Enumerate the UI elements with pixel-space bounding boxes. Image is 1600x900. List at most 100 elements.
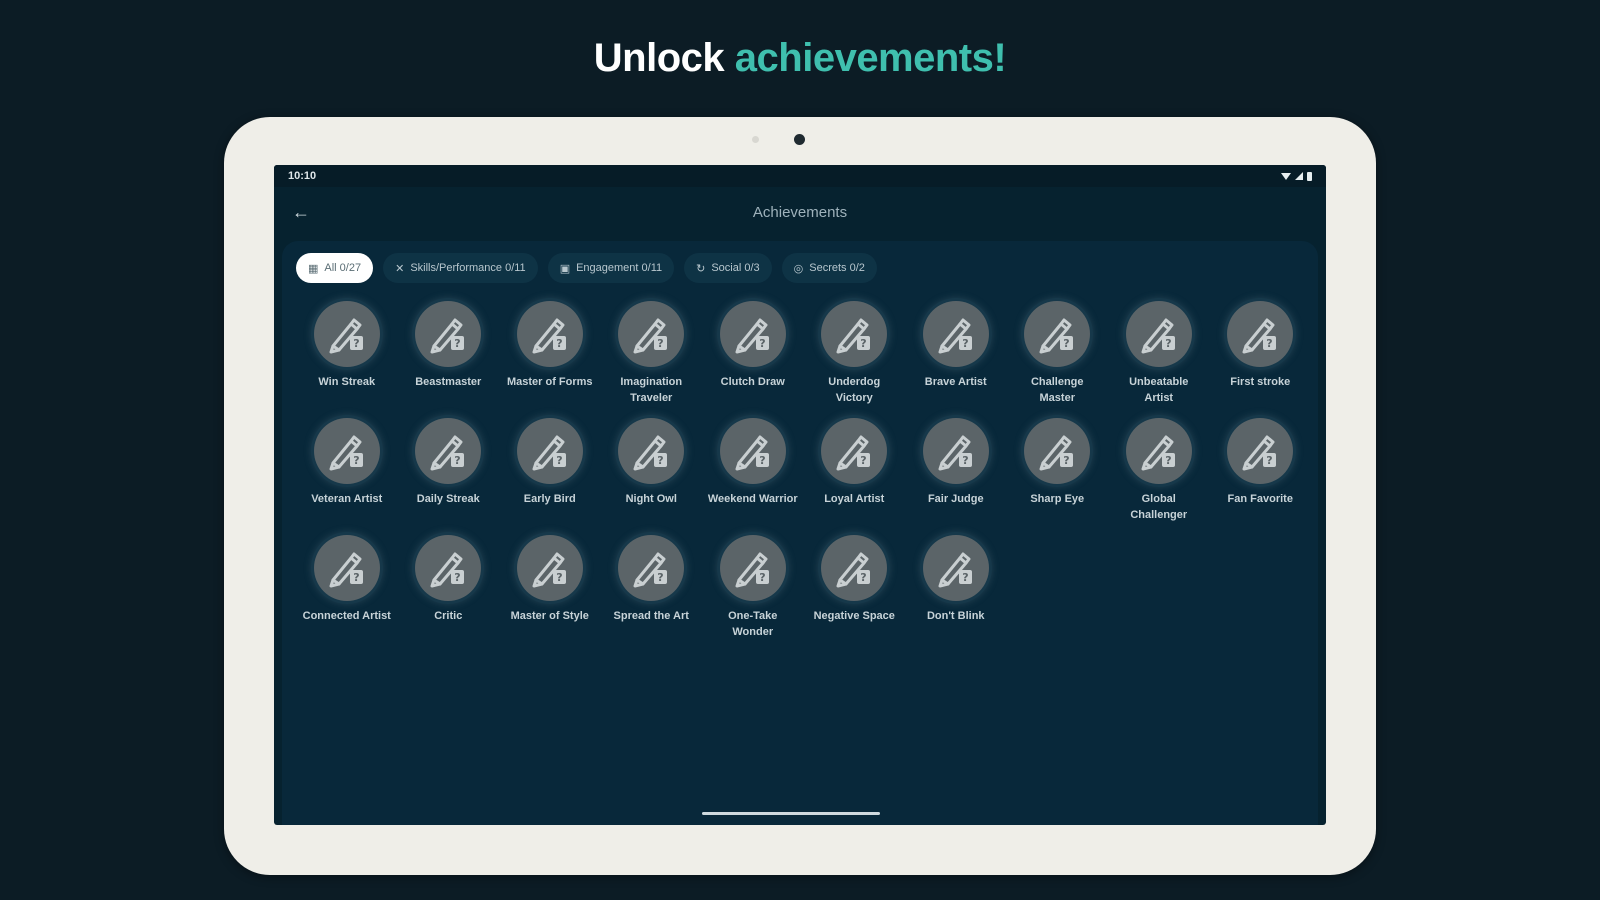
svg-text:?: ? xyxy=(861,571,867,584)
achievement-label: Clutch Draw xyxy=(720,376,785,388)
locked-achievement-badge-icon: ? xyxy=(415,418,482,484)
grid-icon: ▦ xyxy=(308,262,319,275)
filter-chips: ▦ All 0/27 ✕ Skills/Performance 0/11 ▣ Engage… xyxy=(296,253,877,283)
wifi-icon xyxy=(1281,172,1291,180)
achievement-item[interactable]: ? Early Bird xyxy=(499,418,601,525)
achievement-label: Spread the Art xyxy=(613,610,689,622)
achievement-label: Master of Forms xyxy=(506,376,593,388)
achievement-item[interactable]: ? Brave Artist xyxy=(905,301,1007,408)
filter-chip-label: Secrets 0/2 xyxy=(809,262,865,274)
achievement-label: Fair Judge xyxy=(927,493,984,505)
achievement-label: Weekend Warrior xyxy=(707,493,798,505)
headline: Unlock achievements! xyxy=(0,36,1600,81)
filter-chip-label: Engagement 0/11 xyxy=(576,262,663,274)
achievement-label: Beastmaster xyxy=(415,376,482,388)
locked-achievement-badge-icon: ? xyxy=(821,418,888,484)
achievements-grid: ? Win Streak? Beastmaster? Master of Forms?… xyxy=(296,301,1316,642)
achievement-item[interactable]: ? Loyal Artist xyxy=(804,418,906,525)
locked-achievement-badge-icon: ? xyxy=(821,301,888,367)
achievement-item[interactable]: ? Fan Favorite xyxy=(1210,418,1312,525)
achievement-item[interactable]: ? Clutch Draw xyxy=(702,301,804,408)
achievement-item[interactable]: ? Connected Artist xyxy=(296,535,398,642)
calendar-icon: ▣ xyxy=(559,262,571,275)
achievement-item[interactable]: ? One-Take Wonder xyxy=(702,535,804,642)
achievement-item[interactable]: ? Sharp Eye xyxy=(1007,418,1109,525)
locked-achievement-badge-icon: ? xyxy=(719,535,786,601)
achievement-label: First stroke xyxy=(1230,376,1291,388)
achievement-item[interactable]: ? Master of Style xyxy=(499,535,601,642)
svg-text:?: ? xyxy=(962,571,968,584)
locked-achievement-badge-icon: ? xyxy=(313,535,380,601)
locked-achievement-badge-icon: ? xyxy=(313,418,380,484)
achievement-label: One-Take Wonder xyxy=(728,610,778,638)
svg-text:?: ? xyxy=(658,337,664,350)
achievement-item[interactable]: ? Master of Forms xyxy=(499,301,601,408)
filter-chip-label: Social 0/3 xyxy=(711,262,760,274)
achievement-label: Imagination Traveler xyxy=(620,376,683,404)
achievement-item[interactable]: ? Weekend Warrior xyxy=(702,418,804,525)
status-bar: 10:10 xyxy=(274,165,1326,187)
achievement-label: Negative Space xyxy=(813,610,895,622)
svg-text:?: ? xyxy=(1267,337,1273,350)
svg-text:?: ? xyxy=(658,571,664,584)
filter-chip[interactable]: ✕ Skills/Performance 0/11 xyxy=(383,253,538,283)
home-indicator[interactable] xyxy=(702,812,880,815)
filter-chip[interactable]: ▣ Engagement 0/11 xyxy=(547,253,675,283)
achievement-item[interactable]: ? Imagination Traveler xyxy=(601,301,703,408)
locked-achievement-badge-icon: ? xyxy=(313,301,380,367)
achievement-item[interactable]: ? Veteran Artist xyxy=(296,418,398,525)
sensor-dot xyxy=(752,136,759,143)
achievement-item[interactable]: ? Unbeatable Artist xyxy=(1108,301,1210,408)
svg-text:?: ? xyxy=(353,454,359,467)
svg-text:?: ? xyxy=(1064,337,1070,350)
achievement-item[interactable]: ? Challenge Master xyxy=(1007,301,1109,408)
camera-lens xyxy=(794,134,805,145)
achievement-label: Underdog Victory xyxy=(828,376,881,404)
locked-achievement-badge-icon: ? xyxy=(1227,301,1294,367)
achievement-label: Brave Artist xyxy=(924,376,987,388)
locked-achievement-badge-icon: ? xyxy=(415,535,482,601)
filter-chip-label: Skills/Performance 0/11 xyxy=(410,262,526,274)
filter-chip[interactable]: ↻ Social 0/3 xyxy=(684,253,772,283)
headline-accent-text: achievements! xyxy=(734,36,1007,80)
locked-achievement-badge-icon: ? xyxy=(1125,301,1192,367)
achievement-item[interactable]: ? Beastmaster xyxy=(398,301,500,408)
achievement-item[interactable]: ? First stroke xyxy=(1210,301,1312,408)
battery-icon xyxy=(1307,171,1312,181)
achievement-item[interactable]: ? Night Owl xyxy=(601,418,703,525)
svg-text:?: ? xyxy=(861,454,867,467)
achievement-item[interactable]: ? Fair Judge xyxy=(905,418,1007,525)
locked-achievement-badge-icon: ? xyxy=(719,301,786,367)
tablet-frame: 10:10 ← Achievements ▦ All 0/27 ✕ Skills/Pe… xyxy=(224,117,1376,875)
app-bar: ← Achievements xyxy=(274,187,1326,237)
achievement-item[interactable]: ? Spread the Art xyxy=(601,535,703,642)
locked-achievement-badge-icon: ? xyxy=(1024,301,1091,367)
svg-text:?: ? xyxy=(759,454,765,467)
filter-chip-label: All 0/27 xyxy=(324,262,362,274)
filter-chip[interactable]: ▦ All 0/27 xyxy=(296,253,374,283)
achievement-item[interactable]: ? Negative Space xyxy=(804,535,906,642)
achievement-label: Veteran Artist xyxy=(311,493,383,505)
achievement-item[interactable]: ? Don't Blink xyxy=(905,535,1007,642)
svg-text:?: ? xyxy=(353,571,359,584)
back-arrow-icon[interactable]: ← xyxy=(290,201,312,223)
lock-icon: ◎ xyxy=(793,262,804,275)
svg-text:?: ? xyxy=(658,454,664,467)
achievement-item[interactable]: ? Critic xyxy=(398,535,500,642)
headline-text: Unlock xyxy=(593,36,735,80)
filter-chip[interactable]: ◎ Secrets 0/2 xyxy=(781,253,877,283)
locked-achievement-badge-icon: ? xyxy=(516,418,583,484)
svg-text:?: ? xyxy=(1267,454,1273,467)
achievement-label: Early Bird xyxy=(523,493,576,505)
achievement-item[interactable]: ? Win Streak xyxy=(296,301,398,408)
achievement-item[interactable]: ? Underdog Victory xyxy=(804,301,906,408)
achievement-label: Daily Streak xyxy=(416,493,480,505)
locked-achievement-badge-icon: ? xyxy=(516,301,583,367)
svg-text:?: ? xyxy=(962,337,968,350)
achievement-label: Win Streak xyxy=(318,376,376,388)
svg-text:?: ? xyxy=(1165,337,1171,350)
achievement-item[interactable]: ? Daily Streak xyxy=(398,418,500,525)
svg-text:?: ? xyxy=(1165,454,1171,467)
achievement-item[interactable]: ? Global Challenger xyxy=(1108,418,1210,525)
locked-achievement-badge-icon: ? xyxy=(1227,418,1294,484)
